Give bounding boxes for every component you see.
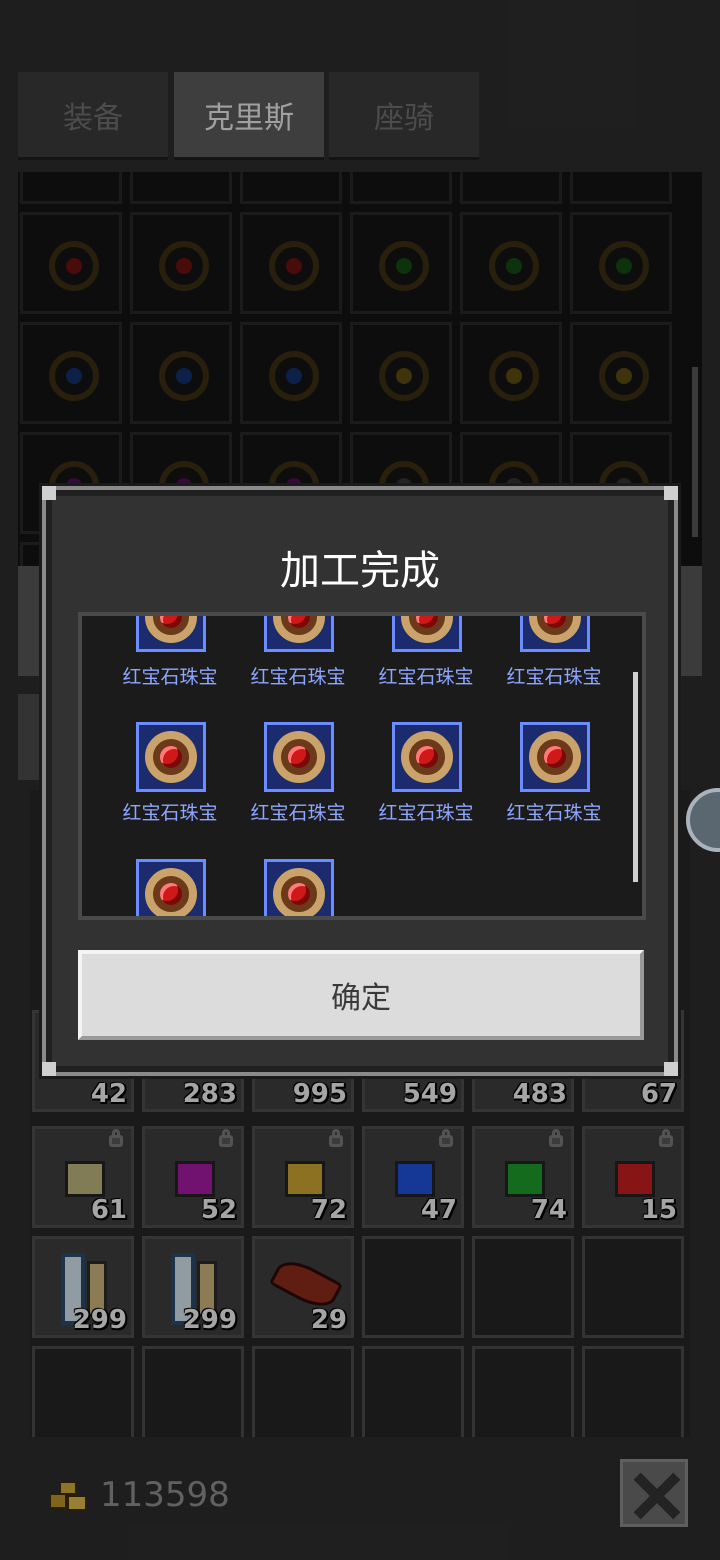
ruby-jewelry-icon	[136, 616, 206, 652]
ruby-jewelry-icon	[136, 859, 206, 916]
result-item[interactable]: 红宝石珠宝	[106, 616, 234, 702]
result-item[interactable]: 红宝石珠宝	[490, 722, 618, 842]
result-item[interactable]: 红宝石珠宝	[490, 616, 618, 702]
result-item[interactable]	[106, 859, 234, 916]
item-name: 红宝石珠宝	[506, 666, 602, 688]
dialog-corner	[42, 486, 56, 500]
result-item[interactable]: 红宝石珠宝	[234, 616, 362, 702]
result-item[interactable]	[234, 859, 362, 916]
result-item[interactable]: 红宝石珠宝	[234, 722, 362, 842]
confirm-button[interactable]: 确定	[78, 950, 644, 1040]
item-name: 红宝石珠宝	[250, 802, 346, 824]
item-name: 红宝石珠宝	[250, 666, 346, 688]
ruby-jewelry-icon	[136, 722, 206, 792]
dialog-corner	[42, 1062, 56, 1076]
result-item[interactable]: 红宝石珠宝	[362, 722, 490, 842]
ruby-jewelry-icon	[392, 722, 462, 792]
item-name: 红宝石珠宝	[378, 666, 474, 688]
dialog-corner	[664, 486, 678, 500]
item-name: 红宝石珠宝	[122, 802, 218, 824]
ruby-jewelry-icon	[392, 616, 462, 652]
processing-complete-dialog: 加工完成 红宝石珠宝 红宝石珠宝 红宝石珠宝 红宝石珠宝 红宝石珠宝 红宝石珠宝	[42, 486, 678, 1076]
result-list-scrollbar[interactable]	[633, 672, 638, 882]
dialog-corner	[664, 1062, 678, 1076]
ruby-jewelry-icon	[520, 616, 590, 652]
ruby-jewelry-icon	[264, 859, 334, 916]
result-item[interactable]: 红宝石珠宝	[106, 722, 234, 842]
dialog-title: 加工完成	[280, 548, 440, 594]
item-name: 红宝石珠宝	[122, 666, 218, 688]
result-item[interactable]: 红宝石珠宝	[362, 616, 490, 702]
ruby-jewelry-icon	[520, 722, 590, 792]
item-name: 红宝石珠宝	[506, 802, 602, 824]
ruby-jewelry-icon	[264, 722, 334, 792]
result-item-list[interactable]: 红宝石珠宝 红宝石珠宝 红宝石珠宝 红宝石珠宝 红宝石珠宝 红宝石珠宝 红宝石珠…	[78, 612, 646, 920]
item-name: 红宝石珠宝	[378, 802, 474, 824]
ruby-jewelry-icon	[264, 616, 334, 652]
